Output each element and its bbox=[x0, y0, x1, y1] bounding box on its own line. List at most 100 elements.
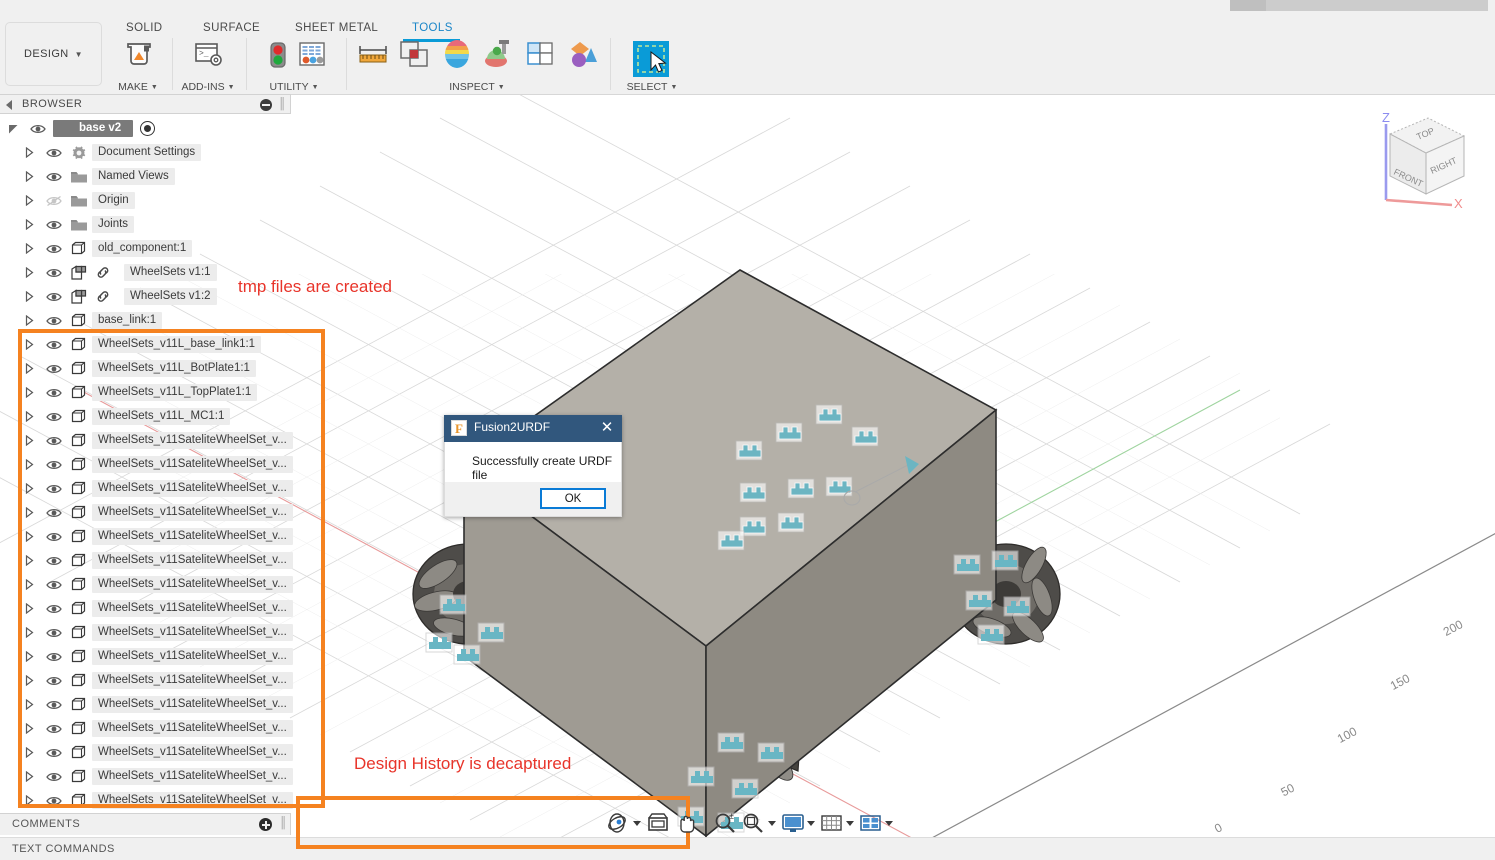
expand-arrow-icon[interactable] bbox=[25, 219, 34, 230]
tab-solid[interactable]: SOLID bbox=[126, 22, 163, 34]
tree-row-label[interactable]: old_component:1 bbox=[92, 240, 193, 257]
comments-grip-icon[interactable]: ║ bbox=[279, 817, 287, 829]
ok-button[interactable]: OK bbox=[540, 488, 606, 509]
expand-arrow-icon[interactable] bbox=[25, 171, 34, 182]
orbit-icon[interactable] bbox=[606, 811, 632, 835]
tree-row[interactable]: Origin bbox=[0, 188, 291, 212]
tree-row[interactable]: old_component:1 bbox=[0, 236, 291, 260]
svg-text:X: X bbox=[1454, 196, 1463, 208]
tree-row-label[interactable]: Origin bbox=[92, 192, 135, 209]
visibility-eye-icon[interactable] bbox=[30, 122, 46, 134]
tab-sheet-metal[interactable]: SHEET METAL bbox=[295, 22, 378, 34]
tree-row-label[interactable]: WheelSets v1:2 bbox=[124, 288, 217, 305]
chevron-down-icon[interactable] bbox=[768, 820, 776, 826]
panel-grip-icon[interactable]: ║ bbox=[278, 98, 286, 110]
ruler-tick-100: 100 bbox=[1334, 724, 1360, 746]
comments-bar[interactable]: COMMENTS ║ bbox=[0, 813, 291, 835]
dialog-titlebar[interactable]: F Fusion2URDF ✕ bbox=[444, 415, 622, 442]
zebra-icon[interactable] bbox=[524, 38, 558, 75]
panel-utility: UTILITY ▼ bbox=[252, 36, 336, 94]
expand-arrow-icon[interactable] bbox=[25, 267, 34, 278]
curvature-comb-icon[interactable] bbox=[440, 38, 474, 75]
visibility-eye-icon[interactable] bbox=[46, 314, 62, 326]
tab-tools[interactable]: TOOLS bbox=[412, 22, 453, 34]
tree-row-label[interactable]: Joints bbox=[92, 216, 135, 233]
close-icon[interactable]: ✕ bbox=[598, 419, 616, 437]
ruler-tick-200: 200 bbox=[1440, 617, 1466, 639]
panel-inspect-label[interactable]: INSPECT ▼ bbox=[352, 81, 602, 93]
visibility-eye-icon[interactable] bbox=[46, 266, 62, 278]
expand-arrow-icon[interactable] bbox=[25, 147, 34, 158]
add-comment-icon[interactable] bbox=[259, 818, 272, 831]
comments-label: COMMENTS bbox=[12, 818, 81, 830]
y-axis-line bbox=[929, 389, 1241, 558]
panel-make-label[interactable]: MAKE ▼ bbox=[110, 81, 166, 93]
chevron-down-icon: ▼ bbox=[74, 49, 83, 59]
fusion2urdf-dialog: F Fusion2URDF ✕ Successfully create URDF… bbox=[444, 415, 622, 517]
tab-surface[interactable]: SURFACE bbox=[203, 22, 260, 34]
pan-hand-icon[interactable] bbox=[673, 811, 699, 835]
look-at-icon[interactable] bbox=[645, 811, 671, 835]
interference-icon[interactable] bbox=[398, 38, 432, 75]
expand-arrow-icon[interactable] bbox=[25, 315, 34, 326]
3d-print-icon[interactable] bbox=[123, 38, 155, 75]
chevron-down-icon: ▼ bbox=[670, 84, 678, 91]
chevron-down-icon[interactable] bbox=[846, 820, 854, 826]
traffic-light-icon[interactable] bbox=[262, 38, 294, 75]
tree-root-label[interactable]: base v2 bbox=[53, 120, 134, 137]
grid-snaps-icon[interactable] bbox=[819, 811, 845, 835]
top-scrollbar-thumb[interactable] bbox=[1230, 0, 1266, 11]
text-commands-bar[interactable]: TEXT COMMANDS bbox=[0, 837, 1495, 860]
tree-row-root[interactable]: base v2 bbox=[0, 116, 291, 140]
component-color-cycle-icon[interactable] bbox=[566, 38, 600, 75]
tree-row[interactable]: Named Views bbox=[0, 164, 291, 188]
visibility-eye-icon[interactable] bbox=[46, 290, 62, 302]
collapse-left-icon[interactable] bbox=[6, 100, 12, 110]
minimize-icon[interactable] bbox=[260, 99, 272, 111]
annotation-design-history: Design History is decaptured bbox=[354, 754, 572, 773]
panel-utility-label[interactable]: UTILITY ▼ bbox=[252, 81, 336, 93]
expand-arrow-icon[interactable] bbox=[25, 291, 34, 302]
tree-row-label[interactable]: base_link:1 bbox=[92, 312, 163, 329]
joint-markers bbox=[717, 404, 919, 551]
chevron-down-icon[interactable] bbox=[807, 820, 815, 826]
chevron-down-icon[interactable] bbox=[885, 820, 893, 826]
viewports-icon[interactable] bbox=[858, 811, 884, 835]
spreadsheet-icon[interactable] bbox=[296, 38, 328, 75]
tree-row-label[interactable]: Document Settings bbox=[92, 144, 202, 161]
section-analysis-icon[interactable] bbox=[482, 38, 516, 75]
wheel-assembly-front bbox=[674, 654, 813, 781]
visibility-eye-icon[interactable] bbox=[46, 218, 62, 230]
visibility-eye-icon[interactable] bbox=[46, 242, 62, 254]
component-icon bbox=[70, 265, 88, 280]
ruler-axis bbox=[932, 533, 1495, 837]
expand-arrow-icon[interactable] bbox=[25, 195, 34, 206]
tree-row-label[interactable]: Named Views bbox=[92, 168, 175, 185]
panel-select-label[interactable]: SELECT ▼ bbox=[618, 81, 686, 93]
measure-ruler-icon[interactable] bbox=[357, 42, 389, 75]
visibility-eye-icon[interactable] bbox=[46, 170, 62, 182]
visibility-eye-icon[interactable] bbox=[46, 194, 62, 207]
dialog-footer: OK bbox=[444, 482, 622, 517]
visibility-eye-icon[interactable] bbox=[46, 146, 62, 158]
select-window-icon[interactable] bbox=[631, 39, 671, 84]
scripts-and-addins-icon[interactable]: >_ bbox=[192, 38, 224, 75]
panel-addins-label[interactable]: ADD-INS ▼ bbox=[178, 81, 238, 93]
view-cube[interactable]: Z X TOP FRONT RIGHT bbox=[1368, 108, 1486, 211]
chevron-down-icon[interactable] bbox=[633, 820, 641, 826]
workspace-switcher-button[interactable]: DESIGN ▼ bbox=[5, 22, 102, 86]
display-settings-icon[interactable] bbox=[780, 811, 806, 835]
tree-row-label[interactable]: WheelSets v1:1 bbox=[124, 264, 217, 281]
activate-component-icon[interactable] bbox=[140, 121, 155, 136]
tree-row[interactable]: Document Settings bbox=[0, 140, 291, 164]
zoom-window-icon[interactable] bbox=[741, 811, 767, 835]
tree-row[interactable]: Joints bbox=[0, 212, 291, 236]
wheel-assembly-right bbox=[950, 543, 1061, 645]
expand-arrow-icon[interactable] bbox=[8, 122, 19, 140]
expand-arrow-icon[interactable] bbox=[25, 243, 34, 254]
dialog-title: Fusion2URDF bbox=[474, 420, 551, 434]
top-scrollbar-track[interactable] bbox=[1230, 0, 1488, 11]
zoom-icon[interactable]: ± bbox=[713, 811, 739, 835]
component-icon bbox=[70, 289, 88, 304]
chevron-down-icon: ▼ bbox=[311, 84, 319, 91]
